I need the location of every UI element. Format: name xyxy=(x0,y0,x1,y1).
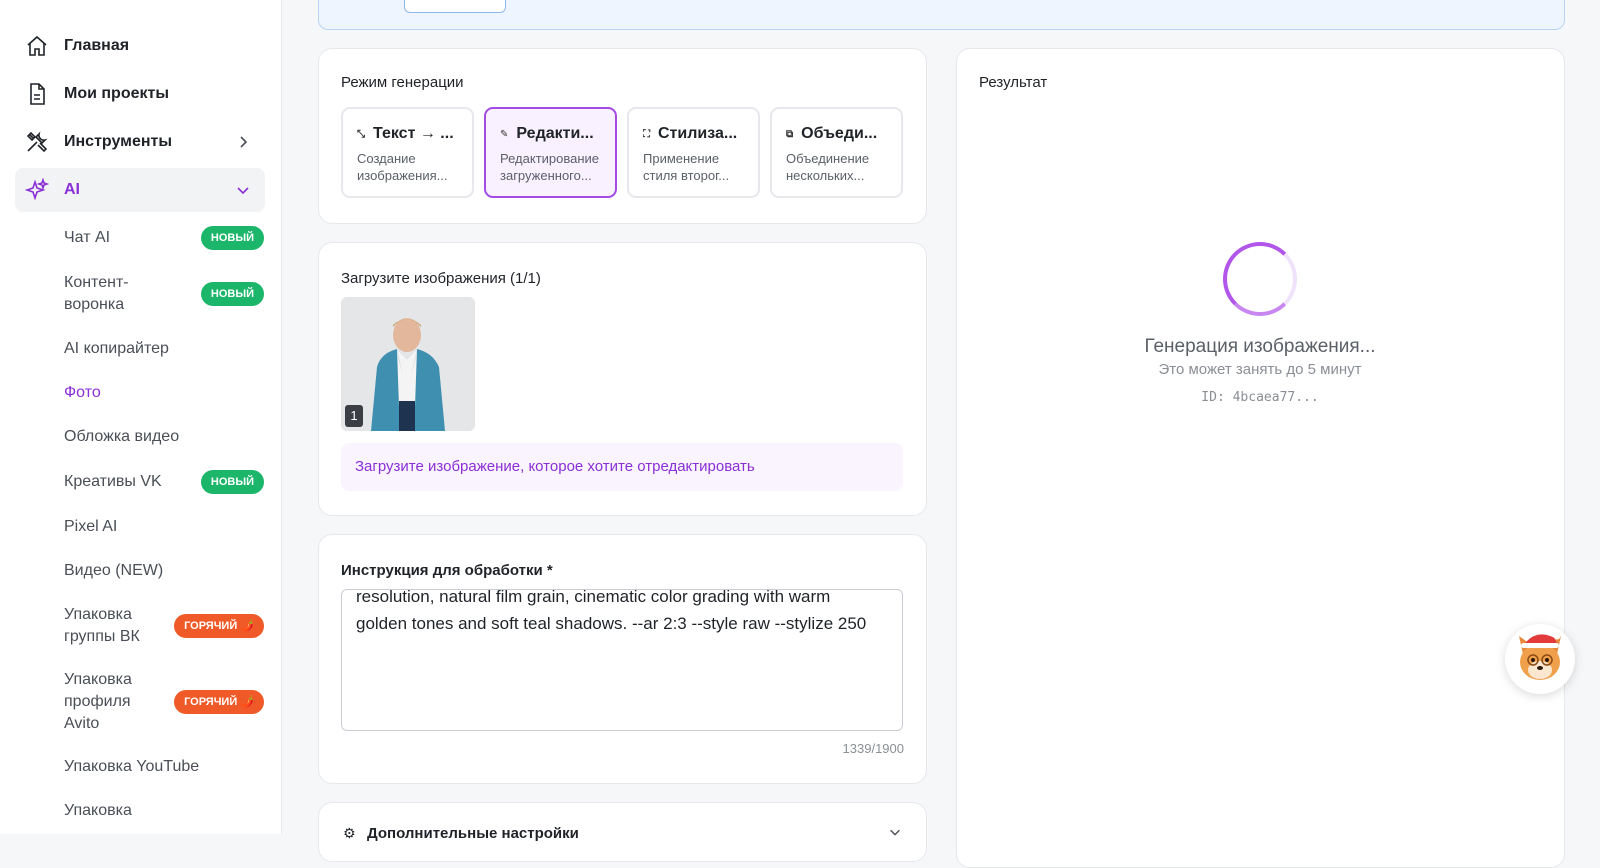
sidebar-item-pixel-ai[interactable]: Pixel AI xyxy=(64,516,264,538)
sidebar-item-label: Контент-воронка xyxy=(64,274,129,313)
instruction-text: resolution, natural film grain, cinemati… xyxy=(356,589,867,633)
hot-badge: ГОРЯЧИЙ 🌶️ xyxy=(174,614,264,638)
fox-mascot-icon xyxy=(1519,632,1561,680)
sidebar-item-label: Упаковка группы ВК xyxy=(64,606,140,645)
mode-title: Стилиза... xyxy=(658,125,738,142)
sidebar-item-label: Упаковка YouTube xyxy=(64,758,200,775)
instruction-card: Инструкция для обработки * resolution, n… xyxy=(318,534,927,784)
upload-hint: Загрузите изображение, которое хотите от… xyxy=(341,443,903,491)
result-card: Результат xyxy=(956,48,1565,868)
sidebar-item-video-cover[interactable]: Обложка видео xyxy=(64,426,264,448)
mode-title: Текст → ... xyxy=(373,125,454,142)
upload-card: Загрузите изображения (1/1) 1 Загрузите … xyxy=(318,242,927,516)
sparkles-icon xyxy=(24,177,50,203)
mode-title: Объеди... xyxy=(801,125,878,142)
nav-label: Инструменты xyxy=(64,133,173,150)
mode-description: Применение стиля второг... xyxy=(643,151,730,183)
sidebar-item-pack[interactable]: Упаковка xyxy=(64,800,264,822)
sidebar-item-label: Фото xyxy=(64,384,101,401)
nav-item-projects[interactable]: Мои проекты xyxy=(15,72,265,116)
chevron-down-icon xyxy=(888,825,902,844)
loading-spinner xyxy=(1223,242,1297,316)
mascot-assistant-button[interactable] xyxy=(1505,624,1575,694)
generation-id: ID: 4bcaea77... xyxy=(1201,390,1319,405)
sidebar-item-label: AI копирайтер xyxy=(64,340,169,357)
nav-item-tools[interactable]: Инструменты xyxy=(15,120,265,164)
mode-description: Объединение нескольких... xyxy=(786,151,870,183)
shrink-icon: ⤡ xyxy=(357,128,365,140)
expand-icon: ⛶ xyxy=(643,128,650,140)
hot-badge: ГОРЯЧИЙ 🌶️ xyxy=(174,690,264,714)
sidebar-item-label: Упаковка xyxy=(64,802,132,819)
nav-label: AI xyxy=(64,181,80,198)
sidebar-item-label: Чат AI xyxy=(64,229,111,246)
card-title: Инструкция для обработки * xyxy=(341,562,553,579)
nav-label: Мои проекты xyxy=(64,85,169,102)
new-badge: НОВЫЙ xyxy=(200,470,264,494)
card-title: Режим генерации xyxy=(341,74,464,91)
chevron-right-icon xyxy=(235,134,251,150)
sidebar-item-label: Обложка видео xyxy=(64,428,180,445)
sidebar: Главная Мои проекты Инструменты AI Чат A… xyxy=(0,0,282,834)
sidebar-item-vk-creatives[interactable]: Креативы VK НОВЫЙ xyxy=(64,470,264,494)
sidebar-item-label: Видео (NEW) xyxy=(64,562,164,579)
nav-item-home[interactable]: Главная xyxy=(15,24,265,68)
mode-combine[interactable]: ⧉ Объеди... Объединение нескольких... xyxy=(770,107,903,198)
instruction-textarea[interactable]: resolution, natural film grain, cinemati… xyxy=(341,589,903,731)
char-counter: 1339/1900 xyxy=(842,741,904,756)
sidebar-item-avito-pack[interactable]: Упаковка профиля Avito ГОРЯЧИЙ 🌶️ xyxy=(64,669,264,735)
banner-button[interactable] xyxy=(404,0,506,13)
document-icon xyxy=(24,81,50,107)
mode-description: Редактирование загруженного... xyxy=(500,151,600,183)
sidebar-item-video-new[interactable]: Видео (NEW) xyxy=(64,560,264,582)
new-badge: НОВЫЙ xyxy=(200,282,264,306)
sidebar-item-youtube-pack[interactable]: Упаковка YouTube xyxy=(64,756,264,778)
new-badge: НОВЫЙ xyxy=(200,226,264,250)
nav-label: Главная xyxy=(64,37,130,54)
card-title: Результат xyxy=(979,74,1048,91)
mode-text-to-image[interactable]: ⤡ Текст → ... Создание изображения... xyxy=(341,107,474,198)
top-banner xyxy=(318,0,1565,30)
mode-edit[interactable]: ✎ Редакти... Редактирование загруженного.… xyxy=(484,107,617,198)
sidebar-item-chat-ai[interactable]: Чат AI НОВЫЙ xyxy=(64,226,264,250)
copy-icon: ⧉ xyxy=(786,128,794,140)
home-icon xyxy=(24,33,50,59)
advanced-settings-card[interactable]: ⚙ Дополнительные настройки xyxy=(318,802,927,862)
chevron-down-icon xyxy=(235,182,251,198)
sidebar-item-ai-copywriter[interactable]: AI копирайтер xyxy=(64,338,264,360)
uploaded-image-thumbnail[interactable]: 1 xyxy=(341,297,475,431)
sidebar-item-content-funnel[interactable]: Контент-воронка НОВЫЙ xyxy=(64,272,264,316)
nav-item-ai[interactable]: AI xyxy=(15,168,265,212)
mode-description: Создание изображения... xyxy=(357,151,448,183)
tools-icon xyxy=(24,129,50,155)
pencil-icon: ✎ xyxy=(500,128,509,140)
sidebar-item-vk-group-pack[interactable]: Упаковка группы ВК ГОРЯЧИЙ 🌶️ xyxy=(64,604,264,648)
mode-stylize[interactable]: ⛶ Стилиза... Применение стиля второг... xyxy=(627,107,760,198)
image-index: 1 xyxy=(345,405,363,427)
generation-status: Генерация изображения... xyxy=(1144,336,1376,357)
sidebar-item-label: Упаковка профиля Avito xyxy=(64,671,132,732)
sidebar-item-label: Креативы VK xyxy=(64,473,162,490)
generation-mode-card: Режим генерации ⤡ Текст → ... Создание из… xyxy=(318,48,927,224)
card-title: Загрузите изображения (1/1) xyxy=(341,270,541,287)
generation-subtitle: Это может занять до 5 минут xyxy=(1158,361,1362,378)
sidebar-item-label: Pixel AI xyxy=(64,518,118,535)
mode-title: Редакти... xyxy=(516,125,594,142)
sidebar-item-photo[interactable]: Фото xyxy=(64,382,264,404)
